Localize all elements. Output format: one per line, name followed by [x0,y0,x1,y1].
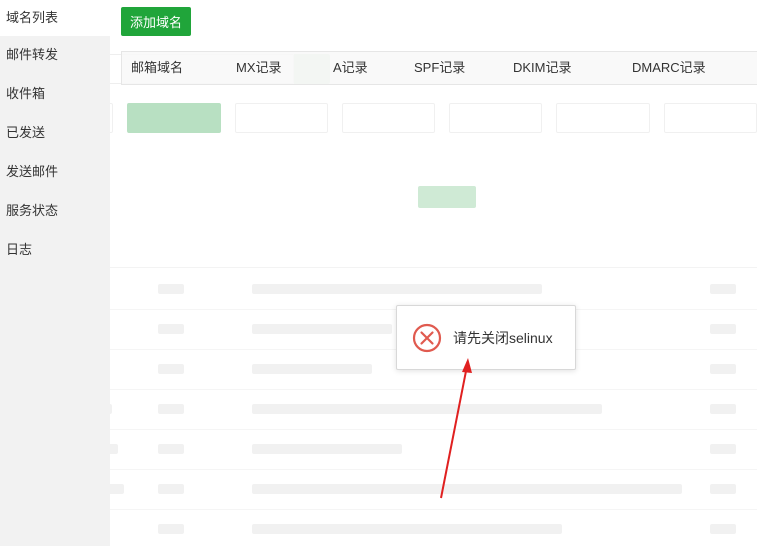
background-tab [341,103,436,133]
sidebar-item-label: 已发送 [6,125,46,140]
column-header-dmarc-record[interactable]: DMARC记录 [632,52,706,84]
background-row [0,390,757,430]
background-row [0,310,757,350]
sidebar-item-logs[interactable]: 日志 [0,232,110,268]
add-domain-button[interactable]: 添加域名 [121,7,191,36]
sidebar-item-label: 收件箱 [6,86,46,101]
background-table-header [0,248,757,268]
sidebar-item-inbox[interactable]: 收件箱 [0,76,110,112]
column-header-dkim-record[interactable]: DKIM记录 [513,52,572,84]
sidebar-item-label: 邮件转发 [6,47,59,62]
background-tab [234,103,328,133]
background-tab [449,103,543,133]
toast-message: 请先关闭selinux [453,330,553,346]
background-row [0,350,757,390]
sidebar-item-sent[interactable]: 已发送 [0,115,110,151]
background-row [0,430,757,470]
sidebar-item-label: 服务状态 [6,203,59,218]
background-tab [663,103,757,133]
error-toast: 请先关闭selinux [396,305,576,370]
domain-table-header: 邮箱域名 MX记录 A记录 SPF记录 DKIM记录 DMARC记录 [121,51,757,85]
background-notice-button [418,186,476,208]
background-row [0,470,757,510]
background-row [0,270,757,310]
error-circle-icon [412,323,442,353]
column-header-mx-record[interactable]: MX记录 [236,52,282,84]
sidebar-item-label: 日志 [6,242,33,257]
background-category-tabs [20,103,757,133]
column-header-a-record[interactable]: A记录 [333,52,368,84]
sidebar-item-mail-forwarding[interactable]: 邮件转发 [0,37,110,73]
background-tab [556,103,650,133]
sidebar-item-label: 发送邮件 [6,164,59,179]
background-tab [127,103,221,133]
mail-sidebar: 域名列表 邮件转发 收件箱 已发送 发送邮件 服务状态 日志 [0,0,110,546]
column-header-spf-record[interactable]: SPF记录 [414,52,465,84]
sidebar-item-send-mail[interactable]: 发送邮件 [0,154,110,190]
column-header-mail-domain[interactable]: 邮箱域名 [131,52,183,84]
sidebar-item-label: 域名列表 [6,10,59,25]
sidebar-item-service-status[interactable]: 服务状态 [0,193,110,229]
sidebar-item-domain-list[interactable]: 域名列表 [0,0,110,36]
background-row [0,510,757,546]
